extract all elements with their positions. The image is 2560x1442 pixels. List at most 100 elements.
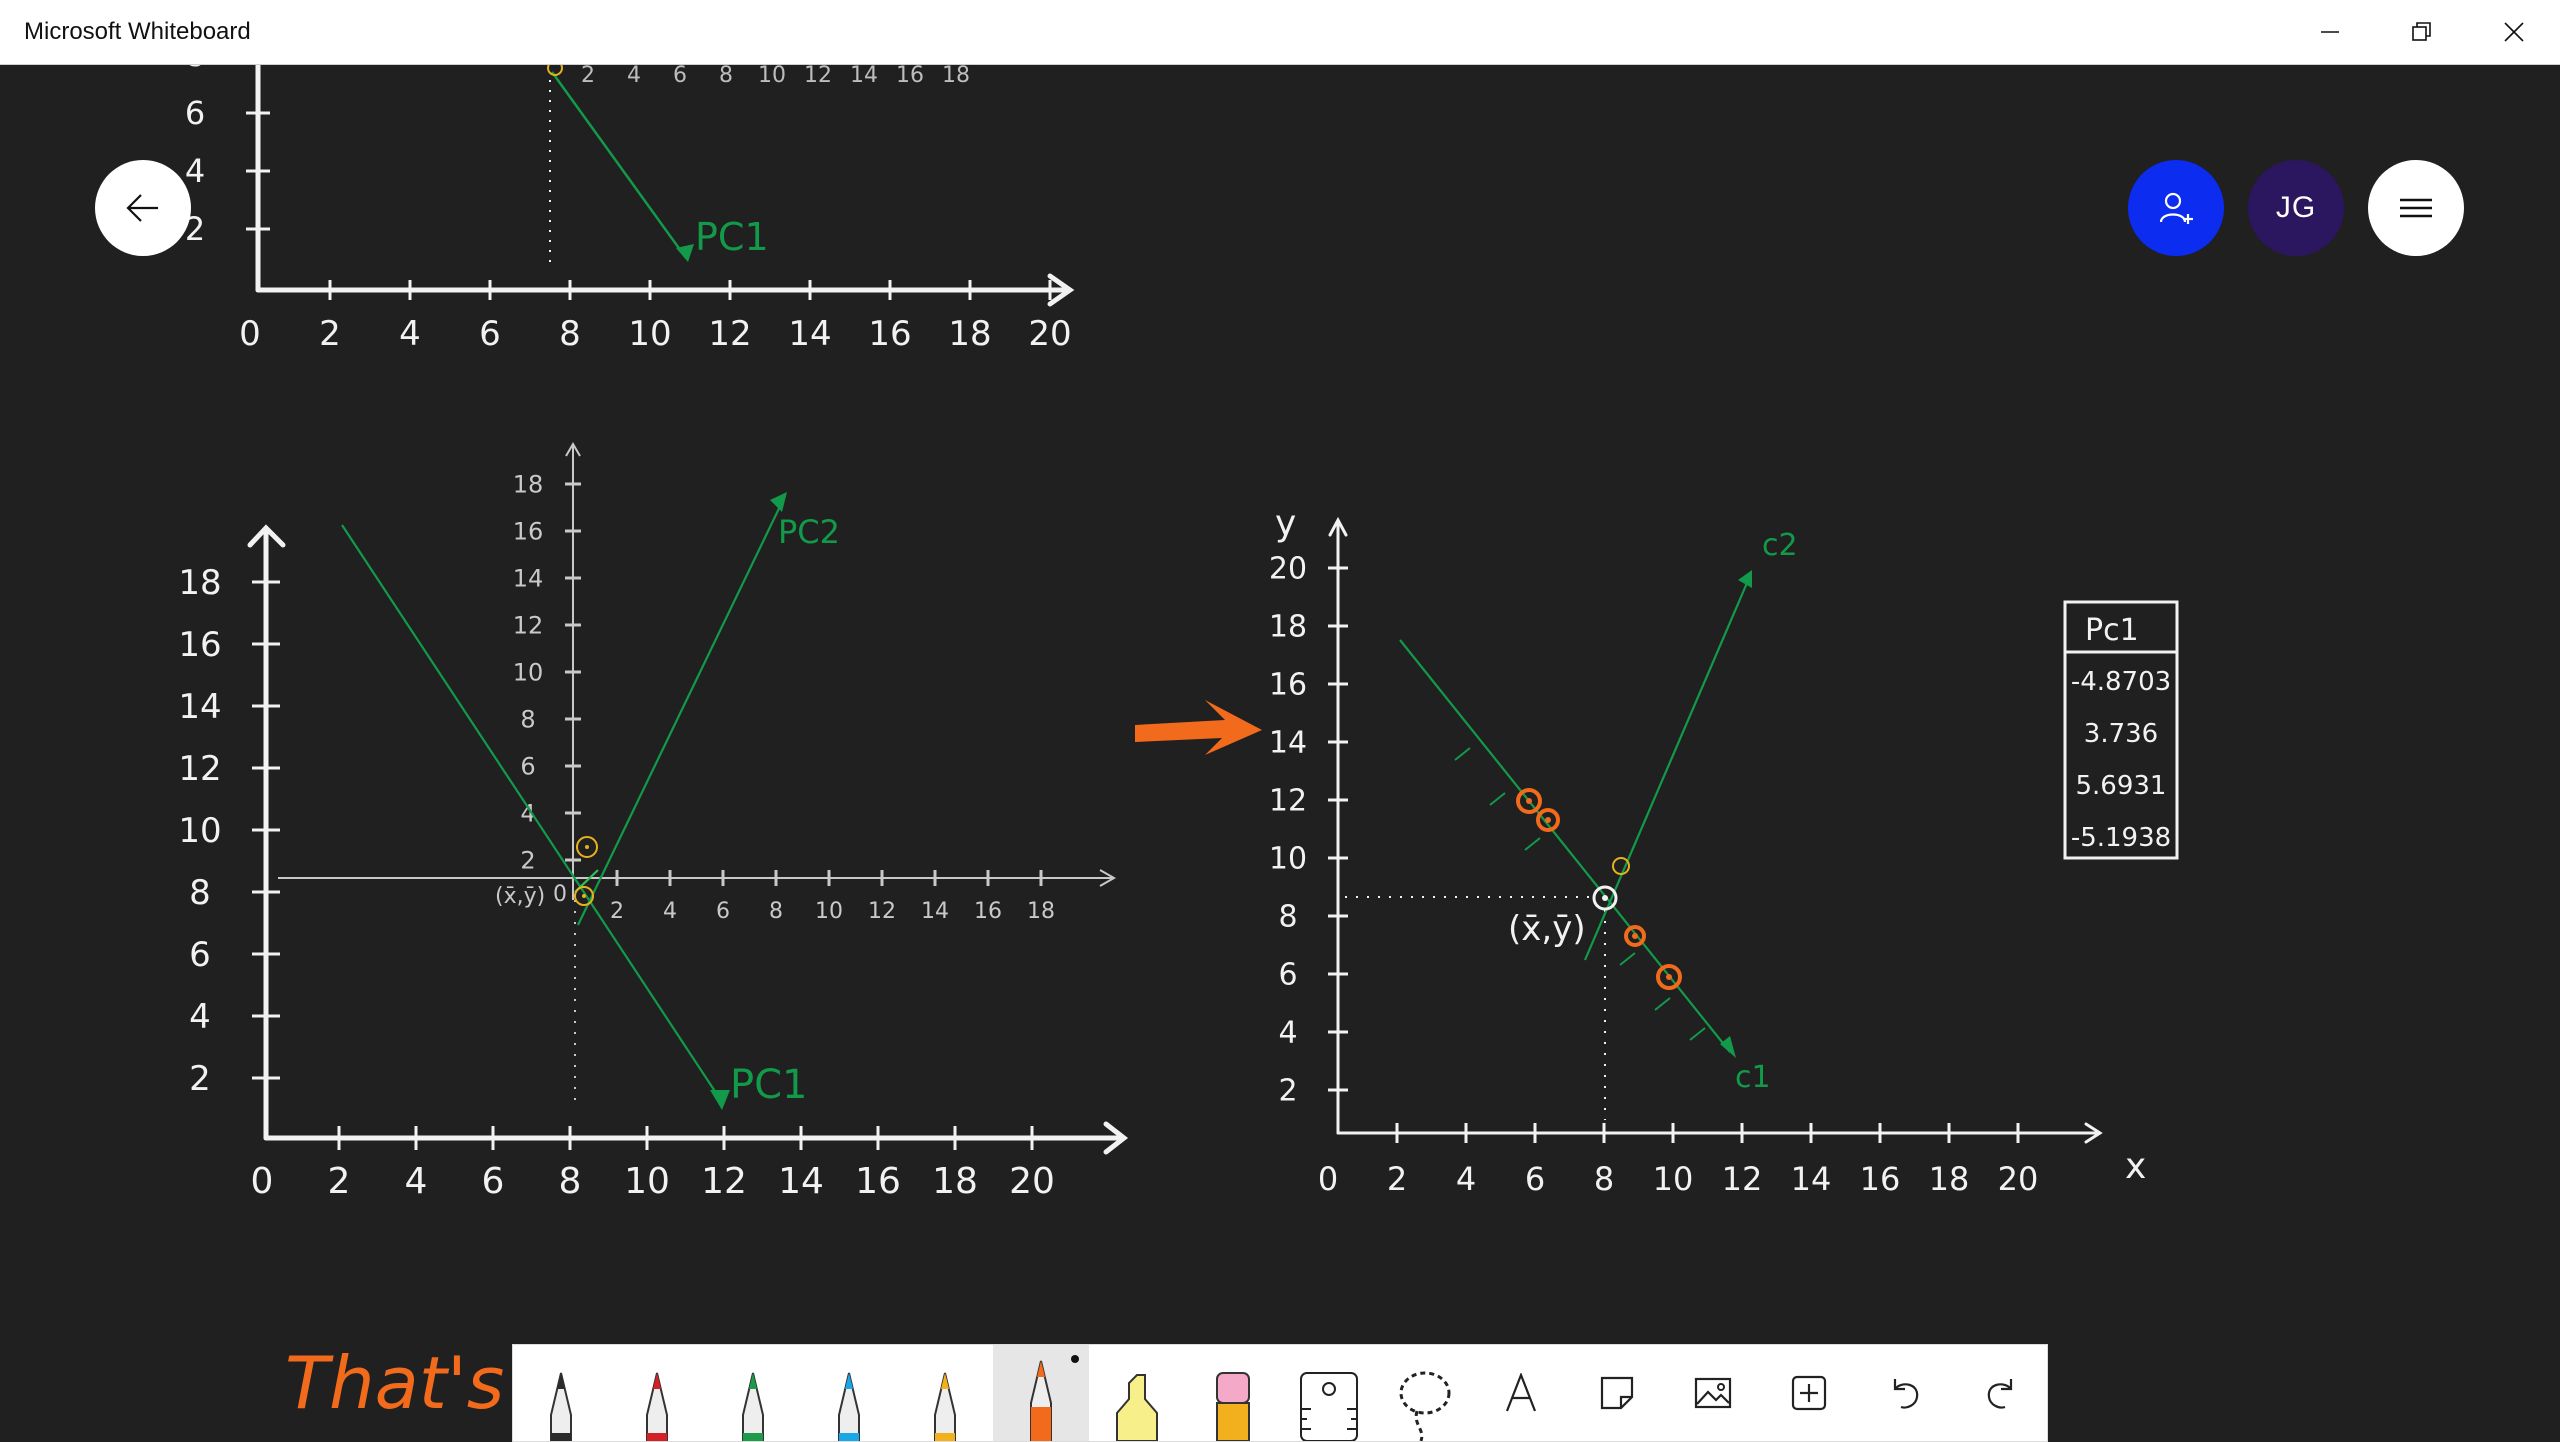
top-x-tick-label: 4	[399, 314, 421, 354]
top-pc1-label: PC1	[695, 215, 769, 259]
left-plot-axes	[247, 524, 1129, 1155]
left-pc-lines	[341, 495, 786, 1103]
top-faint-tick-label: 6	[673, 65, 687, 88]
left-inner-y-tick-label: 6	[520, 752, 535, 780]
minimize-button[interactable]	[2284, 0, 2376, 64]
pen-orange-tool[interactable]	[993, 1345, 1089, 1441]
left-x-tick-label: 12	[701, 1161, 747, 1202]
left-inner-y-tick-label: 10	[513, 658, 544, 686]
left-x-tick-label: 8	[559, 1161, 582, 1202]
app-title: Microsoft Whiteboard	[24, 18, 251, 45]
left-x-tick-label: 0	[251, 1161, 274, 1202]
right-c1-line	[1399, 639, 1731, 1053]
whiteboard-canvas[interactable]: 0 2 4 6 8 10 12 14 16 18 20 8 6 4 2 2 4 6 8 10 12 14 16 18 PC…	[0, 65, 2560, 1440]
image-tool[interactable]	[1665, 1345, 1761, 1441]
top-x-tick-label: 10	[628, 314, 671, 354]
right-projection-marks	[1454, 747, 1706, 1041]
right-y-tick-label: 12	[1269, 784, 1307, 819]
left-y-tick-label: 4	[189, 997, 211, 1037]
right-x-axis-label: x	[2125, 1146, 2146, 1187]
right-x-tick-label: 18	[1929, 1160, 1970, 1198]
text-tool[interactable]	[1473, 1345, 1569, 1441]
right-y-tick-label: 10	[1269, 842, 1307, 877]
left-x-tick-label: 16	[855, 1161, 901, 1202]
pen-orange-icon	[1030, 1360, 1052, 1441]
top-faint-tick-label: 12	[804, 65, 832, 88]
top-x-tick-label: 20	[1028, 314, 1071, 354]
title-bar: Microsoft Whiteboard	[0, 0, 2560, 65]
menu-button[interactable]	[2368, 160, 2464, 256]
left-x-tick-label: 10	[624, 1161, 670, 1202]
left-inner-origin: 0	[553, 882, 567, 907]
close-button[interactable]	[2468, 0, 2560, 64]
top-x-tick-label: 14	[788, 314, 831, 354]
top-x-tick-label: 16	[868, 314, 911, 354]
top-pc1-arrow	[547, 65, 694, 270]
right-plot-axes	[1328, 516, 2103, 1144]
highlighter-tool[interactable]	[1089, 1345, 1185, 1441]
restore-button[interactable]	[2376, 0, 2468, 64]
pen-red-tool[interactable]	[609, 1345, 705, 1441]
left-pc2-label: PC2	[778, 513, 840, 551]
right-x-tick-label: 2	[1387, 1160, 1407, 1198]
left-x-tick-label: 2	[328, 1161, 351, 1202]
right-x-tick-label: 4	[1456, 1160, 1476, 1198]
pc1-table-value: -4.8703	[2071, 667, 2171, 697]
sticky-note-tool[interactable]	[1569, 1345, 1665, 1441]
left-inner-x-tick-label: 4	[663, 899, 677, 924]
left-mean-label: (x̄,ȳ)	[495, 884, 545, 909]
pen-blue-tool[interactable]	[801, 1345, 897, 1441]
right-x-tick-label: 16	[1860, 1160, 1901, 1198]
pc1-table-value: -5.1938	[2071, 823, 2171, 853]
right-x-tick-label: 6	[1525, 1160, 1545, 1198]
eraser-tool[interactable]	[1185, 1345, 1281, 1441]
right-x-tick-label: 8	[1594, 1160, 1614, 1198]
top-y-tick-label: 6	[185, 94, 205, 132]
sticky-note-icon	[1600, 1376, 1634, 1410]
restore-icon	[2412, 22, 2431, 41]
left-pc1-arrowhead	[710, 1090, 730, 1110]
pc1-table-value: 5.6931	[2076, 771, 2167, 801]
lasso-tool[interactable]	[1377, 1345, 1473, 1441]
left-y-tick-label: 16	[178, 625, 221, 665]
right-y-tick-label: 14	[1269, 726, 1307, 761]
invite-button[interactable]	[2128, 160, 2224, 256]
back-button[interactable]	[95, 160, 191, 256]
left-inner-y-tick-label: 14	[513, 564, 544, 592]
right-x-tick-label: 10	[1653, 1160, 1694, 1198]
orange-arrow	[1135, 700, 1262, 755]
ink-layer: 0 2 4 6 8 10 12 14 16 18 20 8 6 4 2 2 4 6 8 10 12 14 16 18 PC…	[178, 65, 2179, 1425]
pen-yellow-tool[interactable]	[897, 1345, 993, 1441]
right-y-tick-label: 6	[1278, 958, 1297, 993]
redo-icon	[1987, 1379, 2013, 1409]
right-x-tick-label: 0	[1318, 1160, 1338, 1198]
right-y-axis-label: y	[1275, 503, 1296, 544]
avatar[interactable]: JG	[2248, 160, 2344, 256]
highlighter-icon	[1116, 1374, 1158, 1441]
right-y-tick-label: 2	[1278, 1074, 1297, 1109]
minimize-icon	[2321, 31, 2339, 33]
eraser-icon	[1216, 1372, 1250, 1441]
pc1-table-value: 3.736	[2084, 719, 2158, 749]
pen-black-icon	[550, 1372, 572, 1441]
left-y-tick-label: 14	[178, 687, 221, 727]
top-x-tick-label: 12	[708, 314, 751, 354]
ruler-tool[interactable]	[1281, 1345, 1377, 1441]
pen-yellow-icon	[934, 1372, 956, 1441]
left-inner-y-tick-label: 18	[513, 470, 544, 498]
pen-green-tool[interactable]	[705, 1345, 801, 1441]
top-y-tick-label: 8	[185, 65, 205, 74]
left-y-tick-label: 18	[178, 563, 221, 603]
top-plot	[255, 65, 1075, 307]
top-x-tick-label: 18	[948, 314, 991, 354]
redo-button[interactable]	[1953, 1345, 2049, 1441]
selected-indicator	[1071, 1355, 1079, 1363]
undo-button[interactable]	[1857, 1345, 1953, 1441]
top-faint-tick-label: 16	[896, 65, 924, 88]
pen-black-tool[interactable]	[513, 1345, 609, 1441]
top-faint-tick-label: 14	[850, 65, 878, 88]
left-inner-y-tick-label: 4	[520, 799, 535, 827]
add-content-tool[interactable]	[1761, 1345, 1857, 1441]
top-x-tick-label: 6	[479, 314, 501, 354]
add-icon	[1791, 1375, 1827, 1411]
